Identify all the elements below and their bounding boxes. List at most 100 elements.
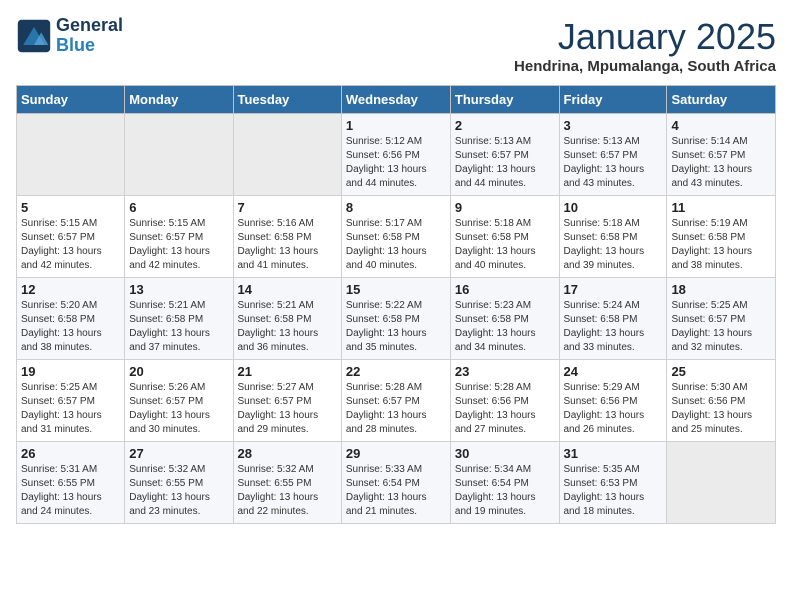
cell-text: Sunrise: 5:15 AM [21, 217, 120, 231]
calendar-week-2: 5Sunrise: 5:15 AMSunset: 6:57 PMDaylight… [17, 196, 776, 278]
cell-text: Sunset: 6:58 PM [346, 231, 446, 245]
cell-text: Sunset: 6:56 PM [346, 149, 446, 163]
calendar-cell [667, 442, 776, 524]
cell-text: Sunrise: 5:18 AM [455, 217, 555, 231]
cell-text: Sunrise: 5:13 AM [455, 135, 555, 149]
cell-text: Sunset: 6:58 PM [238, 231, 337, 245]
cell-text: Sunrise: 5:28 AM [455, 381, 555, 395]
day-number: 30 [455, 446, 555, 461]
weekday-monday: Monday [125, 86, 233, 114]
day-number: 5 [21, 200, 120, 215]
title-area: January 2025 Hendrina, Mpumalanga, South… [514, 16, 776, 75]
cell-text: Daylight: 13 hours and 38 minutes. [671, 245, 771, 273]
cell-text: Sunset: 6:58 PM [671, 231, 771, 245]
cell-text: Sunrise: 5:13 AM [564, 135, 663, 149]
cell-text: Sunrise: 5:32 AM [238, 463, 337, 477]
calendar-week-3: 12Sunrise: 5:20 AMSunset: 6:58 PMDayligh… [17, 278, 776, 360]
cell-text: Sunset: 6:58 PM [129, 313, 228, 327]
day-number: 31 [564, 446, 663, 461]
day-number: 26 [21, 446, 120, 461]
cell-text: Sunrise: 5:19 AM [671, 217, 771, 231]
cell-text: Sunset: 6:57 PM [129, 231, 228, 245]
cell-text: Daylight: 13 hours and 37 minutes. [129, 327, 228, 355]
calendar-cell: 4Sunrise: 5:14 AMSunset: 6:57 PMDaylight… [667, 114, 776, 196]
logo: General Blue [16, 16, 123, 56]
location-title: Hendrina, Mpumalanga, South Africa [514, 58, 776, 75]
calendar-cell: 5Sunrise: 5:15 AMSunset: 6:57 PMDaylight… [17, 196, 125, 278]
cell-text: Daylight: 13 hours and 42 minutes. [129, 245, 228, 273]
calendar-cell: 16Sunrise: 5:23 AMSunset: 6:58 PMDayligh… [450, 278, 559, 360]
cell-text: Sunrise: 5:29 AM [564, 381, 663, 395]
cell-text: Sunset: 6:57 PM [455, 149, 555, 163]
cell-text: Daylight: 13 hours and 39 minutes. [564, 245, 663, 273]
cell-text: Sunset: 6:58 PM [346, 313, 446, 327]
logo-text: General Blue [56, 16, 123, 56]
cell-text: Daylight: 13 hours and 28 minutes. [346, 409, 446, 437]
cell-text: Daylight: 13 hours and 40 minutes. [346, 245, 446, 273]
calendar-week-1: 1Sunrise: 5:12 AMSunset: 6:56 PMDaylight… [17, 114, 776, 196]
day-number: 27 [129, 446, 228, 461]
day-number: 20 [129, 364, 228, 379]
calendar-cell: 26Sunrise: 5:31 AMSunset: 6:55 PMDayligh… [17, 442, 125, 524]
day-number: 23 [455, 364, 555, 379]
logo-icon [16, 18, 52, 54]
cell-text: Daylight: 13 hours and 27 minutes. [455, 409, 555, 437]
cell-text: Daylight: 13 hours and 18 minutes. [564, 491, 663, 519]
cell-text: Sunrise: 5:28 AM [346, 381, 446, 395]
cell-text: Sunrise: 5:20 AM [21, 299, 120, 313]
calendar-cell: 25Sunrise: 5:30 AMSunset: 6:56 PMDayligh… [667, 360, 776, 442]
cell-text: Sunrise: 5:16 AM [238, 217, 337, 231]
day-number: 6 [129, 200, 228, 215]
cell-text: Sunset: 6:53 PM [564, 477, 663, 491]
cell-text: Daylight: 13 hours and 19 minutes. [455, 491, 555, 519]
cell-text: Sunset: 6:58 PM [455, 313, 555, 327]
cell-text: Daylight: 13 hours and 33 minutes. [564, 327, 663, 355]
cell-text: Sunset: 6:57 PM [21, 231, 120, 245]
cell-text: Sunrise: 5:15 AM [129, 217, 228, 231]
calendar-cell: 22Sunrise: 5:28 AMSunset: 6:57 PMDayligh… [341, 360, 450, 442]
calendar-cell: 23 Sunrise: 5:28 AMSunset: 6:56 PMDayligh… [450, 360, 559, 442]
cell-text: Sunset: 6:58 PM [564, 313, 663, 327]
cell-text: Sunset: 6:58 PM [238, 313, 337, 327]
cell-text: Daylight: 13 hours and 44 minutes. [346, 163, 446, 191]
cell-text: Sunset: 6:57 PM [238, 395, 337, 409]
cell-text: Daylight: 13 hours and 41 minutes. [238, 245, 337, 273]
calendar-cell: 7Sunrise: 5:16 AMSunset: 6:58 PMDaylight… [233, 196, 341, 278]
cell-text: Daylight: 13 hours and 44 minutes. [455, 163, 555, 191]
calendar-cell: 10Sunrise: 5:18 AMSunset: 6:58 PMDayligh… [559, 196, 667, 278]
calendar-cell: 13Sunrise: 5:21 AMSunset: 6:58 PMDayligh… [125, 278, 233, 360]
cell-text: Sunset: 6:54 PM [455, 477, 555, 491]
cell-text: Daylight: 13 hours and 26 minutes. [564, 409, 663, 437]
cell-text: Sunset: 6:57 PM [564, 149, 663, 163]
day-number: 28 [238, 446, 337, 461]
calendar-cell: 31Sunrise: 5:35 AMSunset: 6:53 PMDayligh… [559, 442, 667, 524]
cell-text: Sunrise: 5:31 AM [21, 463, 120, 477]
calendar-cell: 24Sunrise: 5:29 AMSunset: 6:56 PMDayligh… [559, 360, 667, 442]
cell-text: Sunrise: 5:23 AM [455, 299, 555, 313]
cell-text: Daylight: 13 hours and 22 minutes. [238, 491, 337, 519]
cell-text: Sunset: 6:56 PM [455, 395, 555, 409]
cell-text: Sunset: 6:57 PM [346, 395, 446, 409]
calendar-cell: 3Sunrise: 5:13 AMSunset: 6:57 PMDaylight… [559, 114, 667, 196]
day-number: 29 [346, 446, 446, 461]
day-number: 1 [346, 118, 446, 133]
day-number: 3 [564, 118, 663, 133]
calendar-cell: 17Sunrise: 5:24 AMSunset: 6:58 PMDayligh… [559, 278, 667, 360]
cell-text: Sunset: 6:58 PM [455, 231, 555, 245]
cell-text: Sunset: 6:58 PM [564, 231, 663, 245]
cell-text: Sunset: 6:57 PM [129, 395, 228, 409]
day-number: 17 [564, 282, 663, 297]
cell-text: Daylight: 13 hours and 24 minutes. [21, 491, 120, 519]
calendar-cell [125, 114, 233, 196]
month-title: January 2025 [514, 16, 776, 58]
calendar-cell: 19Sunrise: 5:25 AMSunset: 6:57 PMDayligh… [17, 360, 125, 442]
day-number: 19 [21, 364, 120, 379]
cell-text: Sunrise: 5:30 AM [671, 381, 771, 395]
day-number: 15 [346, 282, 446, 297]
day-number: 8 [346, 200, 446, 215]
cell-text: Daylight: 13 hours and 23 minutes. [129, 491, 228, 519]
calendar-cell: 28Sunrise: 5:32 AMSunset: 6:55 PMDayligh… [233, 442, 341, 524]
cell-text: Daylight: 13 hours and 30 minutes. [129, 409, 228, 437]
weekday-saturday: Saturday [667, 86, 776, 114]
cell-text: Daylight: 13 hours and 43 minutes. [671, 163, 771, 191]
